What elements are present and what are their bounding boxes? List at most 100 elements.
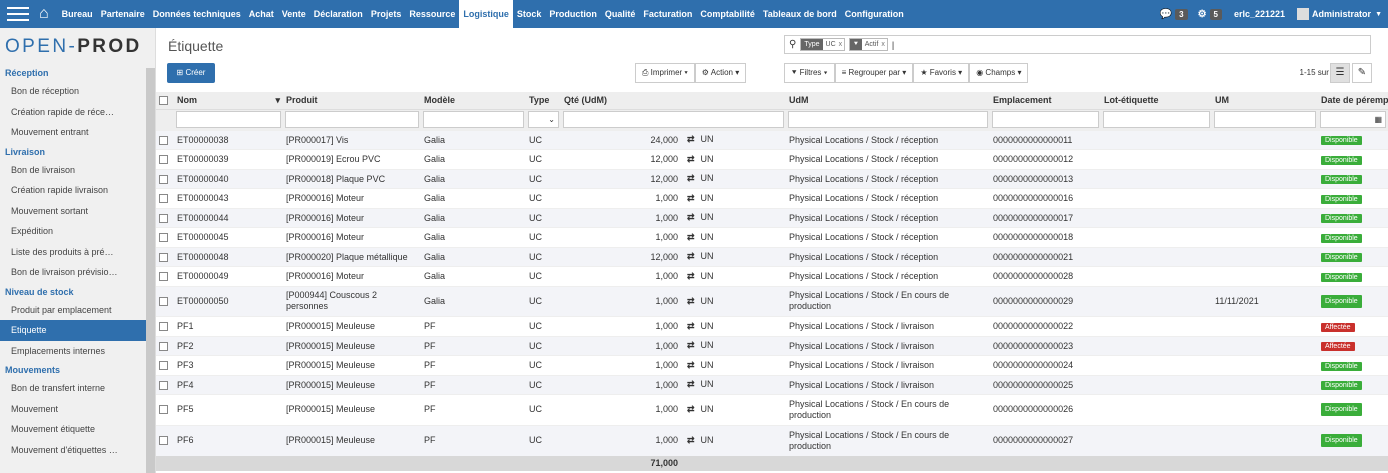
company-switcher[interactable]: erlc_221221	[1234, 9, 1285, 19]
menu-item-5[interactable]: Déclaration	[310, 0, 367, 28]
list-view-icon[interactable]: ☰	[1330, 63, 1350, 83]
table-row[interactable]: PF4 [PR000015] Meuleuse PF UC 1,000 ⇄ UN Physic…	[156, 374, 1388, 395]
row-select[interactable]	[156, 424, 174, 456]
checkbox[interactable]	[159, 135, 168, 145]
favorites-button[interactable]: ★ Favoris ▾	[913, 63, 970, 83]
column-filter-input[interactable]	[788, 111, 988, 128]
exchange-icon[interactable]: ⇄	[687, 296, 695, 306]
calendar-icon[interactable]: ▦	[1320, 111, 1386, 128]
menu-item-15[interactable]: Configuration	[841, 0, 908, 28]
checkbox[interactable]	[159, 194, 168, 204]
exchange-icon[interactable]: ⇄	[687, 212, 695, 222]
exchange-icon[interactable]: ⇄	[687, 173, 695, 183]
avatar[interactable]	[1297, 8, 1310, 20]
column-header[interactable]: Produit	[283, 92, 421, 110]
menu-item-10[interactable]: Production	[545, 0, 601, 28]
menu-item-11[interactable]: Qualité	[601, 0, 640, 28]
menu-item-9[interactable]: Stock	[513, 0, 546, 28]
facet-close-icon[interactable]: x	[881, 41, 887, 48]
search-facet[interactable]: ⯆ Actif x	[849, 38, 888, 51]
table-row[interactable]: PF6 [PR000015] Meuleuse PF UC 1,000 ⇄ UN Physic…	[156, 424, 1388, 456]
filters-button[interactable]: ⯆ Filtres ▾	[784, 63, 835, 83]
sidebar-item[interactable]: Mouvement	[0, 399, 146, 420]
column-filter-input[interactable]	[285, 111, 419, 128]
menu-item-13[interactable]: Comptabilité	[696, 0, 759, 28]
column-filter-select[interactable]: ⌄	[528, 111, 559, 128]
logo[interactable]: OPEN-PROD	[0, 28, 155, 64]
checkbox[interactable]	[159, 174, 168, 184]
column-header[interactable]: Date de péremption	[1318, 92, 1388, 110]
sidebar-item[interactable]: Bon de livraison	[0, 160, 146, 181]
exchange-icon[interactable]: ⇄	[687, 232, 695, 242]
table-row[interactable]: PF2 [PR000015] Meuleuse PF UC 1,000 ⇄ UN Physic…	[156, 335, 1388, 356]
chevron-down-icon[interactable]: ▼	[1375, 11, 1382, 18]
sidebar-item[interactable]: Bon de réception	[0, 81, 146, 102]
column-header[interactable]: Type	[526, 92, 561, 110]
checkbox[interactable]	[159, 96, 168, 106]
row-select[interactable]	[156, 355, 174, 375]
menu-item-6[interactable]: Projets	[367, 0, 406, 28]
column-filter-input[interactable]	[1214, 111, 1316, 128]
search-facet[interactable]: Type UC x	[800, 38, 846, 51]
sidebar-item[interactable]: Emplacements internes	[0, 341, 146, 362]
checkbox[interactable]	[159, 436, 168, 446]
row-select[interactable]	[156, 149, 174, 169]
row-select[interactable]	[156, 266, 174, 286]
fields-button[interactable]: ◉ Champs ▾	[969, 63, 1029, 83]
sidebar-item[interactable]: Bon de livraison prévisio…	[0, 262, 146, 283]
column-filter-input[interactable]	[1103, 111, 1210, 128]
checkbox[interactable]	[159, 380, 168, 390]
user-menu[interactable]: Administrator	[1312, 9, 1371, 19]
checkbox[interactable]	[159, 405, 168, 415]
row-select[interactable]	[156, 285, 174, 317]
row-select[interactable]	[156, 168, 174, 189]
sidebar-item[interactable]: Bon de transfert interne	[0, 378, 146, 399]
exchange-icon[interactable]: ⇄	[687, 340, 695, 350]
checkbox[interactable]	[159, 213, 168, 223]
column-header[interactable]: Qté (UdM)	[561, 92, 786, 110]
exchange-icon[interactable]: ⇄	[687, 193, 695, 203]
table-row[interactable]: PF1 [PR000015] Meuleuse PF UC 1,000 ⇄ UN Physic…	[156, 316, 1388, 336]
menu-item-4[interactable]: Vente	[278, 0, 310, 28]
exchange-icon[interactable]: ⇄	[687, 251, 695, 261]
sort-down-icon[interactable]: ▾	[275, 95, 280, 106]
row-select[interactable]	[156, 394, 174, 425]
table-row[interactable]: ET00000045 [PR000016] Moteur Galia UC 1,000 ⇄…	[156, 227, 1388, 247]
table-row[interactable]: ET00000044 [PR000016] Moteur Galia UC 1,000 ⇄…	[156, 207, 1388, 228]
sidebar-item[interactable]: Expédition	[0, 221, 146, 242]
exchange-icon[interactable]: ⇄	[687, 321, 695, 331]
row-select[interactable]	[156, 335, 174, 356]
table-row[interactable]: ET00000048 [PR000020] Plaque métallique Ga…	[156, 246, 1388, 267]
table-row[interactable]: PF3 [PR000015] Meuleuse PF UC 1,000 ⇄ UN Physic…	[156, 355, 1388, 375]
home-icon[interactable]: ⌂	[39, 6, 49, 22]
action-button[interactable]: ⚙ Action ▾	[694, 63, 747, 83]
facet-close-icon[interactable]: x	[839, 41, 845, 48]
menu-item-12[interactable]: Facturation	[639, 0, 696, 28]
column-filter-input[interactable]	[563, 111, 784, 128]
table-row[interactable]: ET00000039 [PR000019] Ecrou PVC Galia UC 12,…	[156, 149, 1388, 169]
exchange-icon[interactable]: ⇄	[687, 435, 695, 445]
sidebar-item[interactable]: Mouvement étiquette	[0, 419, 146, 440]
checkbox[interactable]	[159, 155, 168, 165]
menu-item-3[interactable]: Achat	[245, 0, 278, 28]
sidebar-item[interactable]: Mouvement sortant	[0, 201, 146, 222]
exchange-icon[interactable]: ⇄	[687, 134, 695, 144]
column-filter-input[interactable]	[423, 111, 524, 128]
sidebar-item[interactable]: Création rapide de réce…	[0, 102, 146, 123]
checkbox[interactable]	[159, 341, 168, 351]
checkbox[interactable]	[159, 252, 168, 262]
group-by-button[interactable]: ≡ Regrouper par ▾	[834, 63, 914, 83]
column-filter-input[interactable]	[176, 111, 281, 128]
exchange-icon[interactable]: ⇄	[687, 379, 695, 389]
checkbox[interactable]	[159, 233, 168, 243]
row-select[interactable]	[156, 188, 174, 208]
checkbox[interactable]	[159, 272, 168, 282]
create-button[interactable]: ⊞ Créer	[167, 63, 215, 83]
row-select[interactable]	[156, 246, 174, 267]
menu-item-0[interactable]: Bureau	[58, 0, 97, 28]
messages-icon[interactable]: 💬	[1160, 9, 1172, 20]
row-select[interactable]	[156, 207, 174, 228]
table-row[interactable]: ET00000040 [PR000018] Plaque PVC Galia UC 12…	[156, 168, 1388, 189]
column-filter-input[interactable]	[992, 111, 1099, 128]
sidebar-item[interactable]: Création rapide livraison	[0, 180, 146, 201]
